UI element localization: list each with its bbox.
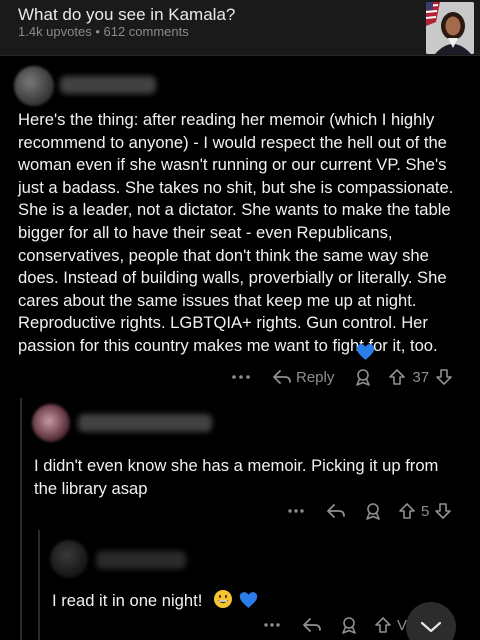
chevron-down-icon (420, 621, 442, 633)
upvote-icon[interactable] (374, 616, 392, 634)
comment-text: I didn't even know she has a memoir. Pic… (34, 456, 439, 498)
blue-heart-icon (356, 343, 375, 366)
reply-button[interactable]: Reply (272, 369, 334, 386)
downvote-icon[interactable] (434, 502, 452, 520)
post-header[interactable]: What do you see in Kamala? 1.4k upvotes … (0, 0, 480, 56)
vote-count: 37 (412, 368, 430, 386)
comment-text: I read it in one night! (52, 589, 432, 616)
more-options-icon[interactable] (288, 509, 304, 513)
award-icon[interactable] (340, 616, 358, 634)
comment-actions: 5 (288, 500, 452, 522)
scroll-down-button[interactable] (406, 602, 456, 640)
post-thumbnail[interactable] (426, 2, 474, 54)
award-icon[interactable] (354, 368, 372, 386)
upvote-icon[interactable] (398, 502, 416, 520)
avatar[interactable] (32, 404, 70, 442)
blue-heart-icon (239, 591, 258, 616)
post-title: What do you see in Kamala? (18, 5, 236, 24)
comment-actions: Reply 37 (232, 366, 453, 388)
thread-line[interactable] (38, 530, 40, 640)
username-redacted[interactable] (96, 551, 186, 569)
award-icon[interactable] (364, 502, 382, 520)
reply-icon[interactable] (326, 503, 346, 519)
post-meta: 1.4k upvotes • 612 comments (18, 24, 189, 39)
username-redacted[interactable] (60, 76, 156, 94)
vote-count: 5 (421, 502, 430, 520)
reply-icon (272, 369, 292, 385)
reply-icon[interactable] (302, 617, 322, 633)
upvote-icon[interactable] (388, 368, 406, 386)
downvote-icon[interactable] (435, 368, 453, 386)
thread-line[interactable] (20, 398, 22, 640)
comment-text-content: I read it in one night! (52, 591, 203, 610)
username-redacted[interactable] (78, 414, 212, 432)
avatar[interactable] (50, 540, 88, 578)
more-options-icon[interactable] (232, 375, 250, 379)
more-options-icon[interactable] (264, 623, 280, 627)
reply-label: Reply (296, 368, 335, 386)
grinning-emoji-icon (213, 589, 233, 616)
comment-text: Here's the thing: after reading her memo… (18, 110, 454, 355)
comment-actions: Vo (264, 614, 415, 636)
avatar[interactable] (14, 66, 54, 106)
